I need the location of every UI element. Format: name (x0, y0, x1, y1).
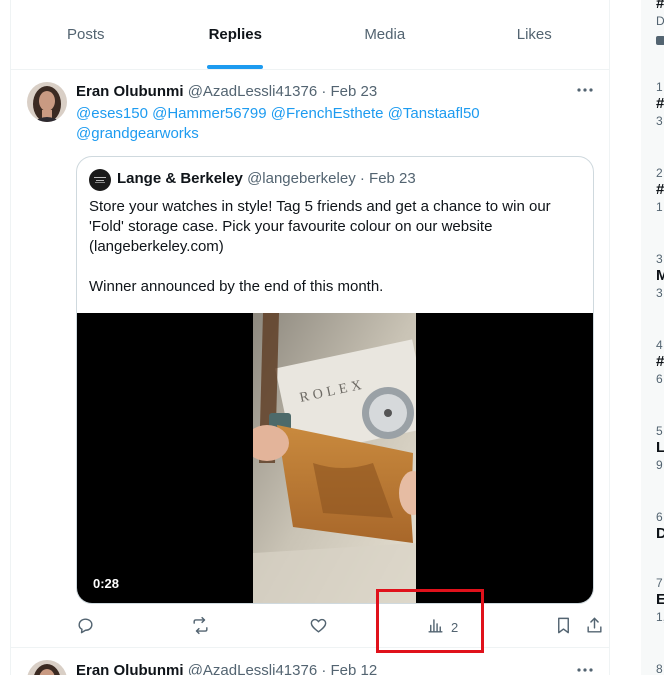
profile-tabs: Posts Replies Media Likes (11, 0, 609, 70)
author-name[interactable]: Eran Olubunmi (76, 83, 184, 100)
mention-link[interactable]: @grandgearworks (76, 125, 199, 142)
header-separator: · (321, 662, 327, 675)
trend-item[interactable]: 8 (656, 662, 663, 675)
more-options-icon[interactable] (575, 80, 595, 100)
tab-posts[interactable]: Posts (11, 0, 161, 69)
quoted-header: Lange & Berkeley @langeberkeley · Feb 23 (117, 170, 416, 187)
like-button[interactable] (309, 615, 328, 639)
quoted-post[interactable]: Lange & Berkeley @langeberkeley · Feb 23… (76, 156, 594, 604)
post-header: Eran Olubunmi @AzadLessli41376 · Feb 23 (76, 83, 377, 100)
more-options-icon[interactable] (575, 660, 595, 675)
post-date[interactable]: Feb 23 (331, 83, 378, 100)
avatar[interactable] (27, 660, 67, 675)
trend-item[interactable]: 3 M 3 (656, 252, 664, 300)
author-name[interactable]: Eran Olubunmi (76, 662, 184, 675)
repost-button[interactable] (191, 615, 210, 639)
video-player[interactable]: ROLEX 0:28 (77, 313, 593, 603)
quoted-separator: · (359, 170, 365, 187)
quoted-author-name[interactable]: Lange & Berkeley (117, 170, 243, 187)
next-reply-post[interactable]: Eran Olubunmi @AzadLessli41376 · Feb 12 (11, 648, 609, 675)
mention-link[interactable]: @eses150 (76, 105, 148, 122)
quoted-text: Store your watches in style! Tag 5 frien… (89, 198, 551, 295)
tab-replies[interactable]: Replies (161, 0, 311, 69)
quoted-avatar[interactable] (89, 169, 111, 191)
timeline-column: Posts Replies Media Likes Eran Olubunmi … (10, 0, 610, 675)
mention-link[interactable]: @Tanstaafl50 (388, 105, 480, 122)
reply-post[interactable]: Eran Olubunmi @AzadLessli41376 · Feb 23 … (11, 70, 609, 648)
avatar[interactable] (27, 82, 67, 122)
views-highlight-box (376, 589, 484, 653)
trend-item[interactable]: 5 L 9 (656, 424, 664, 472)
reply-mentions: @eses150 @Hammer56799 @FrenchEsthete @Ta… (76, 104, 596, 144)
trends-sidebar: # D 1 # 3 2 # 1 3 M 3 4 # 6 5 L 9 6 D 7 … (641, 0, 664, 675)
author-handle[interactable]: @AzadLessli41376 (188, 83, 317, 100)
share-button[interactable] (585, 615, 604, 639)
author-handle[interactable]: @AzadLessli41376 (188, 662, 317, 675)
quoted-date[interactable]: Feb 23 (369, 170, 416, 187)
quoted-handle[interactable]: @langeberkeley (247, 170, 356, 187)
tab-media[interactable]: Media (310, 0, 460, 69)
video-frame: ROLEX (253, 313, 416, 603)
mention-link[interactable]: @FrenchEsthete (271, 105, 384, 122)
sidebar-top-icon (656, 36, 664, 45)
tab-likes[interactable]: Likes (460, 0, 610, 69)
bookmark-icon (554, 616, 573, 638)
trend-item[interactable]: 6 D (656, 510, 664, 544)
trend-item[interactable]: 4 # 6 (656, 338, 664, 386)
share-icon (585, 616, 604, 638)
post-date[interactable]: Feb 12 (331, 662, 378, 675)
repost-icon (191, 616, 210, 638)
trend-item[interactable]: 7 E 1, (656, 576, 664, 624)
like-icon (309, 616, 328, 638)
trend-item[interactable]: 2 # 1 (656, 166, 664, 214)
trend-item[interactable]: 1 # 3 (656, 80, 664, 128)
reply-icon (76, 616, 95, 638)
reply-button[interactable] (76, 615, 95, 639)
bookmark-button[interactable] (554, 615, 573, 639)
header-separator: · (321, 83, 327, 100)
video-duration: 0:28 (87, 574, 126, 593)
sidebar-top-item[interactable]: # D (656, 0, 664, 28)
post-header: Eran Olubunmi @AzadLessli41376 · Feb 12 (76, 662, 377, 675)
post-actions: 2 (76, 615, 604, 639)
mention-link[interactable]: @Hammer56799 (152, 105, 266, 122)
